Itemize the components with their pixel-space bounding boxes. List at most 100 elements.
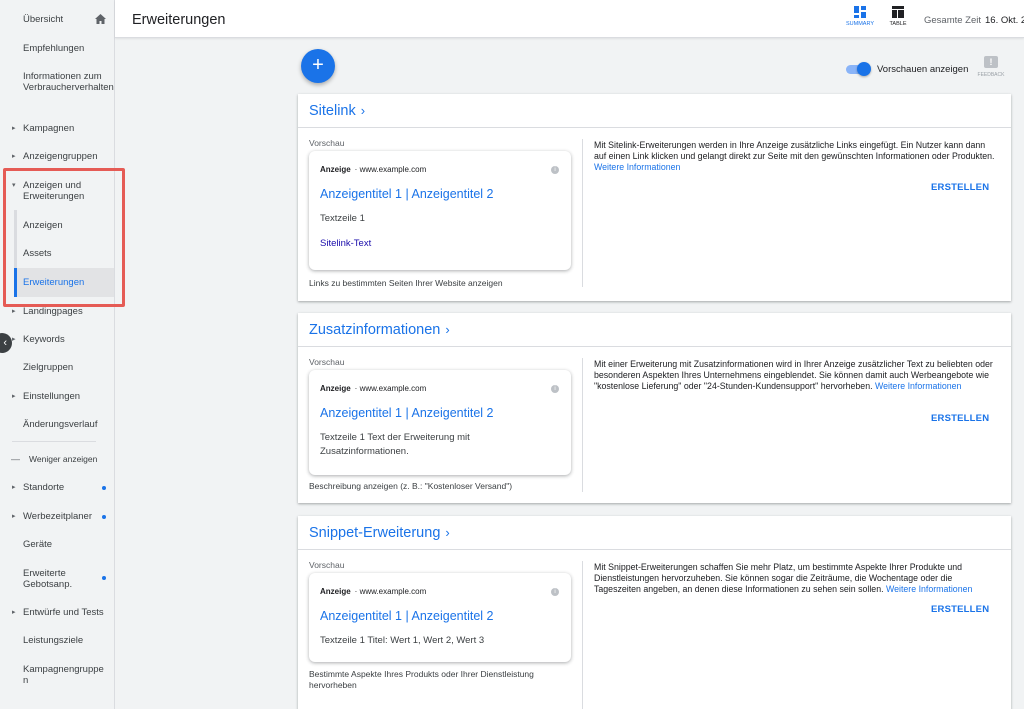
ad-preview: Anzeige · www.example.com i Anzeigentitel… [309, 370, 571, 475]
ad-text: Textzeile 1 [320, 213, 365, 224]
page-title: Erweiterungen [132, 12, 226, 28]
card-title: Sitelink [309, 103, 356, 119]
caret-right-icon: ▸ [12, 308, 16, 315]
extension-card-sitelink: Sitelink › Vorschau Anzeige · www.example.… [298, 94, 1011, 301]
card-divider [298, 346, 1011, 347]
create-button[interactable]: ERSTELLEN [931, 182, 989, 193]
caret-right-icon: ▸ [12, 609, 16, 616]
sidebar-item-label: Geräte [23, 539, 53, 550]
card-title-link[interactable]: Snippet-Erweiterung › [309, 525, 450, 541]
ad-url: www.example.com [359, 384, 427, 393]
preview-caption: Bestimmte Aspekte Ihres Produkts oder Ih… [309, 669, 534, 690]
column-divider [582, 358, 583, 492]
more-info-link[interactable]: Weitere Informationen [594, 162, 680, 172]
more-info-link[interactable]: Weitere Informationen [875, 381, 961, 391]
chevron-left-icon: ‹ [3, 337, 7, 349]
sidebar-item-label: Einstellungen [23, 391, 81, 402]
info-icon[interactable]: i [551, 385, 559, 393]
dashboard-icon [843, 6, 877, 18]
extension-card-snippet: Snippet-Erweiterung › Vorschau Anzeige · w… [298, 516, 1011, 709]
sidebar: Übersicht Empfehlungen Informationen zum… [0, 0, 125, 709]
sidebar-item-label: Erweiterte Gebotsanp. [23, 568, 73, 590]
caret-right-icon: ▸ [12, 484, 16, 491]
sidebar-item-label: Kampagnengruppen [23, 664, 104, 686]
description-text: Mit Sitelink-Erweiterungen werden in Ihr… [594, 140, 995, 161]
date-range-value[interactable]: 16. Okt. 2 [985, 15, 1024, 26]
ad-headline: Anzeigentitel 1 | Anzeigentitel 2 [320, 187, 494, 201]
caret-right-icon: ▸ [12, 393, 16, 400]
more-info-link[interactable]: Weitere Informationen [886, 584, 972, 594]
preview-label: Vorschau [309, 357, 345, 367]
sidebar-divider [12, 441, 96, 442]
preview-toggle[interactable] [846, 62, 871, 76]
highlight-box [3, 168, 125, 307]
toggle-knob [857, 62, 871, 76]
extension-card-zusatzinformationen: Zusatzinformationen › Vorschau Anzeige · w… [298, 313, 1011, 503]
ad-text: Textzeile 1 Text der Erweiterung mit Zus… [320, 432, 470, 457]
add-extension-button[interactable]: + [301, 49, 335, 83]
create-button[interactable]: ERSTELLEN [931, 604, 989, 615]
sidebar-item-label: Anzeigengruppen [23, 151, 98, 162]
card-description: Mit Snippet-Erweiterungen schaffen Sie m… [594, 562, 999, 595]
ad-url: www.example.com [359, 165, 427, 174]
info-icon[interactable]: i [551, 166, 559, 174]
new-indicator-dot [102, 576, 106, 580]
card-divider [298, 127, 1011, 128]
preview-caption: Links zu bestimmten Seiten Ihrer Website… [309, 278, 503, 288]
sidebar-item-label: Zielgruppen [23, 362, 74, 373]
card-title: Zusatzinformationen [309, 322, 441, 338]
minus-icon: — [11, 454, 20, 464]
sidebar-item-label: Änderungsverlauf [23, 419, 98, 430]
info-icon[interactable]: i [551, 588, 559, 596]
sitelink-text: Sitelink-Text [320, 238, 372, 249]
table-icon [881, 6, 915, 18]
summary-view-button[interactable]: SUMMARY [843, 6, 877, 27]
sidebar-item-label: Standorte [23, 482, 65, 493]
caret-right-icon: ▸ [12, 153, 16, 160]
chevron-right-icon: › [360, 103, 366, 118]
sidebar-item-label: Informationen zum Verbraucherverhalten [23, 71, 114, 93]
preview-label: Vorschau [309, 560, 345, 570]
preview-caption: Beschreibung anzeigen (z. B.: "Kostenlos… [309, 481, 513, 491]
sidebar-item-label: Landingpages [23, 306, 83, 317]
caret-right-icon: ▸ [12, 125, 16, 132]
create-button[interactable]: ERSTELLEN [931, 413, 989, 424]
table-view-label: TABLE [889, 21, 907, 27]
sidebar-item-label: Empfehlungen [23, 43, 85, 54]
ad-url: www.example.com [359, 587, 427, 596]
ad-meta: Anzeige · www.example.com [320, 165, 427, 174]
card-title: Snippet-Erweiterung [309, 525, 441, 541]
ad-label: Anzeige [320, 165, 351, 174]
ad-meta: Anzeige · www.example.com [320, 587, 427, 596]
ad-text: Textzeile 1 Titel: Wert 1, Wert 2, Wert … [320, 635, 485, 646]
feedback-icon: ! [984, 56, 998, 68]
sidebar-item-label: Werbezeitplaner [23, 511, 93, 522]
home-icon [95, 14, 106, 27]
feedback-label: FEEDBACK [977, 72, 1005, 78]
card-title-link[interactable]: Zusatzinformationen › [309, 322, 450, 338]
column-divider [582, 139, 583, 287]
card-title-link[interactable]: Sitelink › [309, 103, 365, 119]
sidebar-item-label: Kampagnen [23, 123, 75, 134]
top-header: Erweiterungen SUMMARY TABLE Gesamte Zeit… [115, 0, 1024, 38]
chevron-right-icon: › [445, 525, 450, 540]
ad-label: Anzeige [320, 587, 351, 596]
summary-view-label: SUMMARY [845, 21, 874, 27]
card-description: Mit Sitelink-Erweiterungen werden in Ihr… [594, 140, 999, 173]
new-indicator-dot [102, 486, 106, 490]
new-indicator-dot [102, 515, 106, 519]
card-divider [298, 549, 1011, 550]
ad-label: Anzeige [320, 384, 351, 393]
preview-toggle-label: Vorschauen anzeigen [877, 64, 969, 75]
ad-headline: Anzeigentitel 1 | Anzeigentitel 2 [320, 609, 494, 623]
card-description: Mit einer Erweiterung mit Zusatzinformat… [594, 359, 999, 392]
plus-icon: + [312, 54, 324, 76]
feedback-button[interactable]: ! FEEDBACK [975, 56, 1007, 78]
chevron-right-icon: › [445, 322, 450, 337]
caret-right-icon: ▸ [12, 336, 16, 343]
caret-right-icon: ▸ [12, 513, 16, 520]
table-view-button[interactable]: TABLE [881, 6, 915, 27]
preview-label: Vorschau [309, 138, 345, 148]
ad-headline: Anzeigentitel 1 | Anzeigentitel 2 [320, 406, 494, 420]
date-range-label[interactable]: Gesamte Zeit [924, 15, 981, 26]
